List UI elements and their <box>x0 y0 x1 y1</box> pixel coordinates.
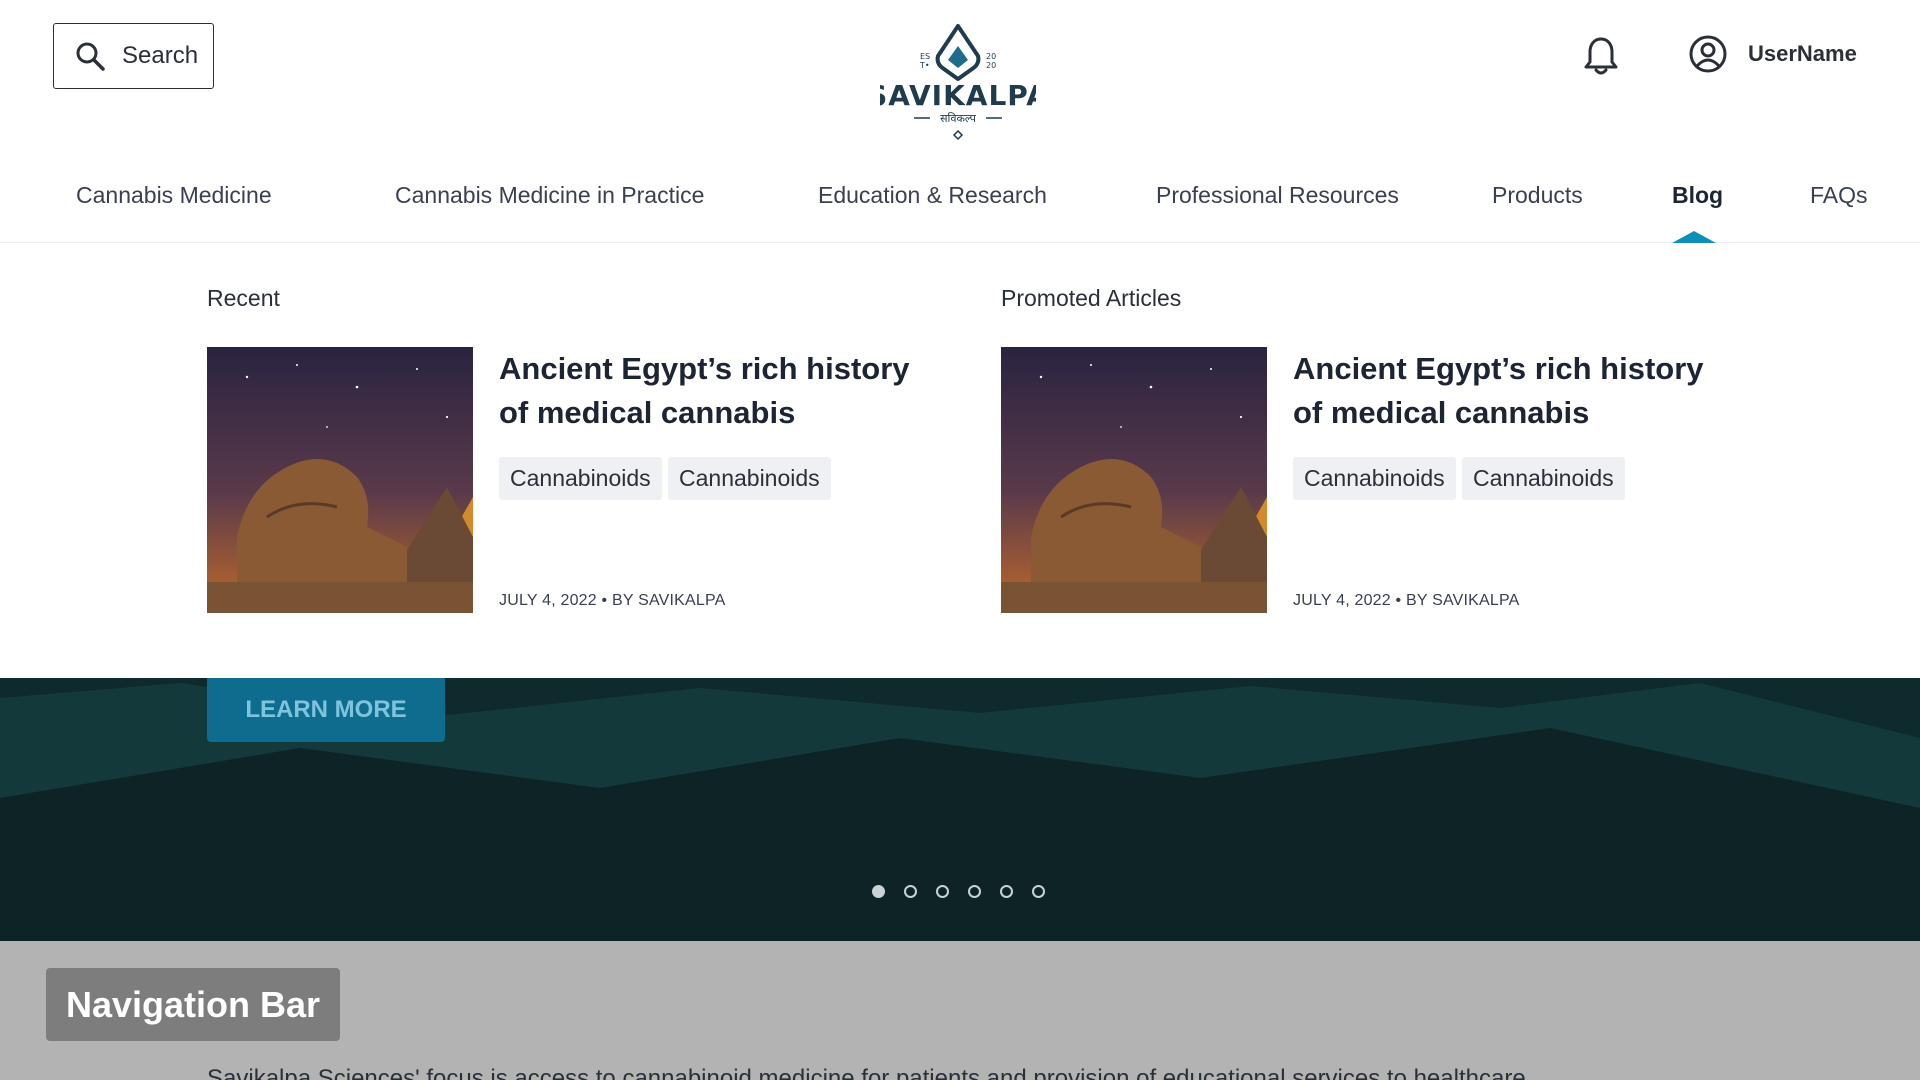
carousel-dot[interactable] <box>1032 885 1045 898</box>
recent-section-label: Recent <box>207 285 280 311</box>
logo-subtitle: सविकल्प <box>940 112 977 125</box>
active-nav-indicator <box>1672 231 1716 243</box>
recent-tag[interactable]: Cannabinoids <box>499 457 662 500</box>
search-icon <box>76 42 105 71</box>
nav-item-professional-resources[interactable]: Professional Resources <box>1156 182 1399 209</box>
description-text: Savikalpa Sciences' focus is access to c… <box>207 1065 1526 1080</box>
carousel-dot[interactable] <box>936 885 949 898</box>
main-nav: Cannabis Medicine Cannabis Medicine in P… <box>0 160 1920 243</box>
nav-item-products[interactable]: Products <box>1492 182 1583 209</box>
promoted-article-meta: JULY 4, 2022 • BY SAVIKALPA <box>1293 592 1520 609</box>
navigation-bar-badge: Navigation Bar <box>46 968 340 1041</box>
search-label: Search <box>122 42 199 69</box>
logo-est-right: 20 <box>986 52 996 61</box>
promoted-article-title[interactable]: Ancient Egypt’s rich history of medical … <box>1293 347 1723 435</box>
nav-item-education-research[interactable]: Education & Research <box>818 182 1047 209</box>
carousel-dots <box>872 885 1045 898</box>
bell-icon[interactable] <box>1582 36 1620 76</box>
promoted-tag[interactable]: Cannabinoids <box>1462 457 1625 500</box>
nav-item-blog[interactable]: Blog <box>1672 182 1723 209</box>
learn-more-button[interactable]: LEARN MORE <box>207 678 445 742</box>
carousel-dot[interactable] <box>968 885 981 898</box>
page: Search ES T• 20 20 SAVIKALPA सविकल्प <box>0 0 1920 1080</box>
recent-article-image[interactable] <box>207 347 473 613</box>
logo-wordmark: SAVIKALPA <box>880 79 1036 112</box>
recent-tag[interactable]: Cannabinoids <box>668 457 831 500</box>
logo-est-left: ES <box>920 52 930 61</box>
nav-item-cannabis-medicine-in-practice[interactable]: Cannabis Medicine in Practice <box>395 182 704 209</box>
hero-banner: LEARN MORE <box>0 678 1920 941</box>
carousel-dot[interactable] <box>872 885 885 898</box>
bottom-overlay: Navigation Bar Savikalpa Sciences' focus… <box>0 941 1920 1080</box>
recent-article-meta: JULY 4, 2022 • BY SAVIKALPA <box>499 592 726 609</box>
nav-item-cannabis-medicine[interactable]: Cannabis Medicine <box>76 182 272 209</box>
svg-text:T•: T• <box>919 61 930 70</box>
search-button[interactable]: Search <box>53 23 214 89</box>
nav-item-faqs[interactable]: FAQs <box>1810 182 1868 209</box>
header: Search ES T• 20 20 SAVIKALPA सविकल्प <box>0 0 1920 160</box>
svg-text:20: 20 <box>986 61 996 70</box>
promoted-article-image[interactable] <box>1001 347 1267 613</box>
recent-article-title[interactable]: Ancient Egypt’s rich history of medical … <box>499 347 929 435</box>
promoted-tag[interactable]: Cannabinoids <box>1293 457 1456 500</box>
promoted-section-label: Promoted Articles <box>1001 285 1182 311</box>
carousel-dot[interactable] <box>904 885 917 898</box>
savikalpa-logo[interactable]: ES T• 20 20 SAVIKALPA सविकल्प <box>880 22 1036 144</box>
blog-dropdown-panel: Recent Ancient Egypt’s rich history of m… <box>0 243 1920 678</box>
user-circle-icon <box>1689 35 1727 73</box>
carousel-dot[interactable] <box>1000 885 1013 898</box>
username-label: UserName <box>1748 41 1857 66</box>
user-menu[interactable]: UserName <box>1688 34 1857 74</box>
